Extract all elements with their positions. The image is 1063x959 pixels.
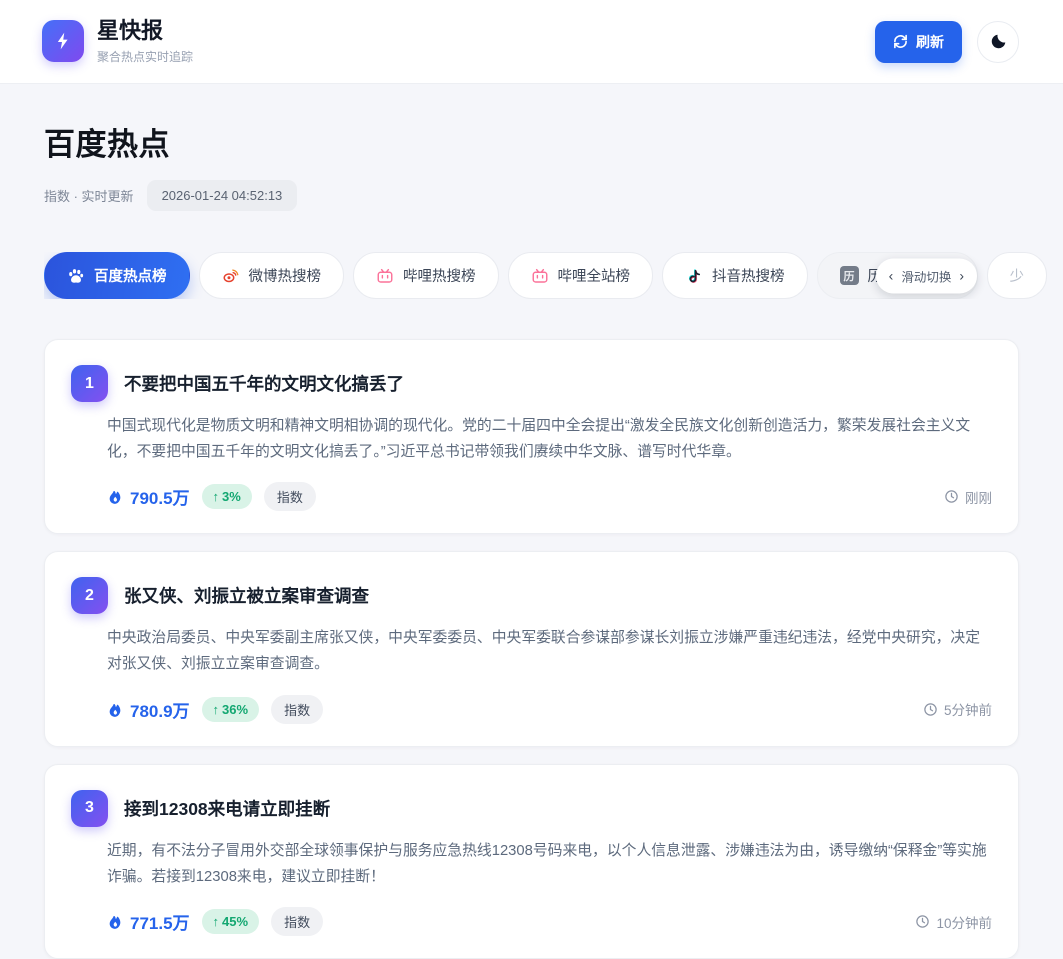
tab-label: 哔哩全站榜 [558,265,631,286]
trend-value: 3% [222,489,241,504]
clock-icon [944,489,959,504]
refresh-label: 刷新 [916,32,944,52]
card-head: 2 张又侠、刘振立被立案审查调查 [71,577,992,614]
hot-item-title[interactable]: 接到12308来电请立即挂断 [124,796,330,821]
hot-item-description: 中央政治局委员、中央军委副主席张又侠，中央军委委员、中央军委联合参谋部参谋长刘振… [107,626,992,677]
heat-value: 780.9万 [130,697,190,722]
hot-item-title[interactable]: 不要把中国五千年的文明文化搞丢了 [124,371,404,396]
tab-label: 哔哩热搜榜 [403,265,476,286]
trend-up-icon: ↑ [213,489,220,504]
tab-bilibili-all[interactable]: 哔哩全站榜 [508,252,654,299]
time-label: 5分钟前 [944,699,992,719]
tab-weibo-hot[interactable]: 微博热搜榜 [199,252,345,299]
trend-badge: ↑ 3% [202,484,252,509]
app-logo [42,20,84,62]
hot-item-title[interactable]: 张又侠、刘振立被立案审查调查 [124,583,369,608]
app-subtitle: 聚合热点实时追踪 [97,48,193,65]
trend-badge: ↑ 45% [202,909,260,934]
card-stats: 780.9万 ↑ 36% 指数 5分钟前 [107,695,992,724]
tab-label: 微博热搜榜 [249,265,322,286]
tab-partial[interactable]: 少 [987,252,1048,299]
chevron-left-icon[interactable]: ‹ [889,269,894,283]
trend-value: 36% [222,702,248,717]
hot-item-card[interactable]: 3 接到12308来电请立即挂断 近期，有不法分子冒用外交部全球领事保护与服务应… [44,764,1019,959]
page-title: 百度热点 [44,119,1019,164]
heat-value: 790.5万 [130,484,190,509]
hot-list: 1 不要把中国五千年的文明文化搞丢了 中国式现代化是物质文明和精神文明相协调的现… [44,339,1019,959]
update-meta: 指数 · 实时更新 [44,186,134,205]
header-actions: 刷新 [875,21,1019,63]
card-head: 3 接到12308来电请立即挂断 [71,790,992,827]
rank-badge: 3 [71,790,108,827]
flame-icon [107,488,123,505]
tabs-bar: 百度热点榜 微博热搜榜 哔哩热搜榜 哔哩全站榜 [44,252,1063,299]
rank-badge: 1 [71,365,108,402]
time-label: 10分钟前 [936,912,992,932]
lightning-bolt-icon [53,31,73,51]
meta-row: 指数 · 实时更新 2026-01-24 04:52:13 [44,180,1019,211]
tab-label: 抖音热搜榜 [712,265,785,286]
baidu-paw-icon [67,267,85,285]
heat-group: 790.5万 [107,484,190,509]
chevron-right-icon[interactable]: › [959,269,964,283]
trend-value: 45% [222,914,248,929]
heat-group: 780.9万 [107,697,190,722]
theme-toggle-button[interactable] [977,21,1019,63]
card-stats: 771.5万 ↑ 45% 指数 10分钟前 [107,907,992,936]
time-label: 刚刚 [965,487,992,507]
tab-bilibili-hot[interactable]: 哔哩热搜榜 [353,252,499,299]
trend-badge: ↑ 36% [202,697,260,722]
douyin-note-icon [685,267,703,285]
index-badge: 指数 [264,482,316,511]
refresh-icon [893,34,908,49]
brand-text: 星快报 聚合热点实时追踪 [97,18,193,64]
main-content: 百度热点 指数 · 实时更新 2026-01-24 04:52:13 百度热点榜… [0,119,1063,959]
bilibili-tv-icon [376,267,394,285]
rank-badge: 2 [71,577,108,614]
app-title: 星快报 [97,18,193,44]
item-time: 刚刚 [944,487,992,507]
hot-item-card[interactable]: 2 张又侠、刘振立被立案审查调查 中央政治局委员、中央军委副主席张又侠，中央军委… [44,551,1019,746]
card-stats: 790.5万 ↑ 3% 指数 刚刚 [107,482,992,511]
trend-up-icon: ↑ [213,702,220,717]
calendar-li-icon: 历 [840,266,859,285]
clock-icon [915,914,930,929]
tab-label: 少 [1010,265,1025,286]
refresh-button[interactable]: 刷新 [875,21,962,63]
tab-douyin-hot[interactable]: 抖音热搜榜 [662,252,808,299]
tab-label: 百度热点榜 [94,265,167,286]
index-badge: 指数 [271,695,323,724]
item-time: 10分钟前 [915,912,992,932]
trend-up-icon: ↑ [213,914,220,929]
index-badge: 指数 [271,907,323,936]
swipe-hint-label: 滑动切换 [901,266,951,285]
tab-baidu-hot[interactable]: 百度热点榜 [44,252,190,299]
clock-icon [923,702,938,717]
weibo-icon [222,267,240,285]
app-header: 星快报 聚合热点实时追踪 刷新 [0,0,1063,84]
brand: 星快报 聚合热点实时追踪 [42,18,193,64]
timestamp-pill: 2026-01-24 04:52:13 [147,180,298,211]
moon-icon [989,32,1008,51]
heat-group: 771.5万 [107,909,190,934]
hot-item-description: 近期，有不法分子冒用外交部全球领事保护与服务应急热线12308号码来电，以个人信… [107,839,992,890]
flame-icon [107,913,123,930]
flame-icon [107,701,123,718]
hot-item-description: 中国式现代化是物质文明和精神文明相协调的现代化。党的二十届四中全会提出“激发全民… [107,414,992,465]
item-time: 5分钟前 [923,699,992,719]
swipe-switch-hint[interactable]: ‹ 滑动切换 › [876,258,977,293]
hot-item-card[interactable]: 1 不要把中国五千年的文明文化搞丢了 中国式现代化是物质文明和精神文明相协调的现… [44,339,1019,534]
heat-value: 771.5万 [130,909,190,934]
bilibili-tv-icon [531,267,549,285]
card-head: 1 不要把中国五千年的文明文化搞丢了 [71,365,992,402]
